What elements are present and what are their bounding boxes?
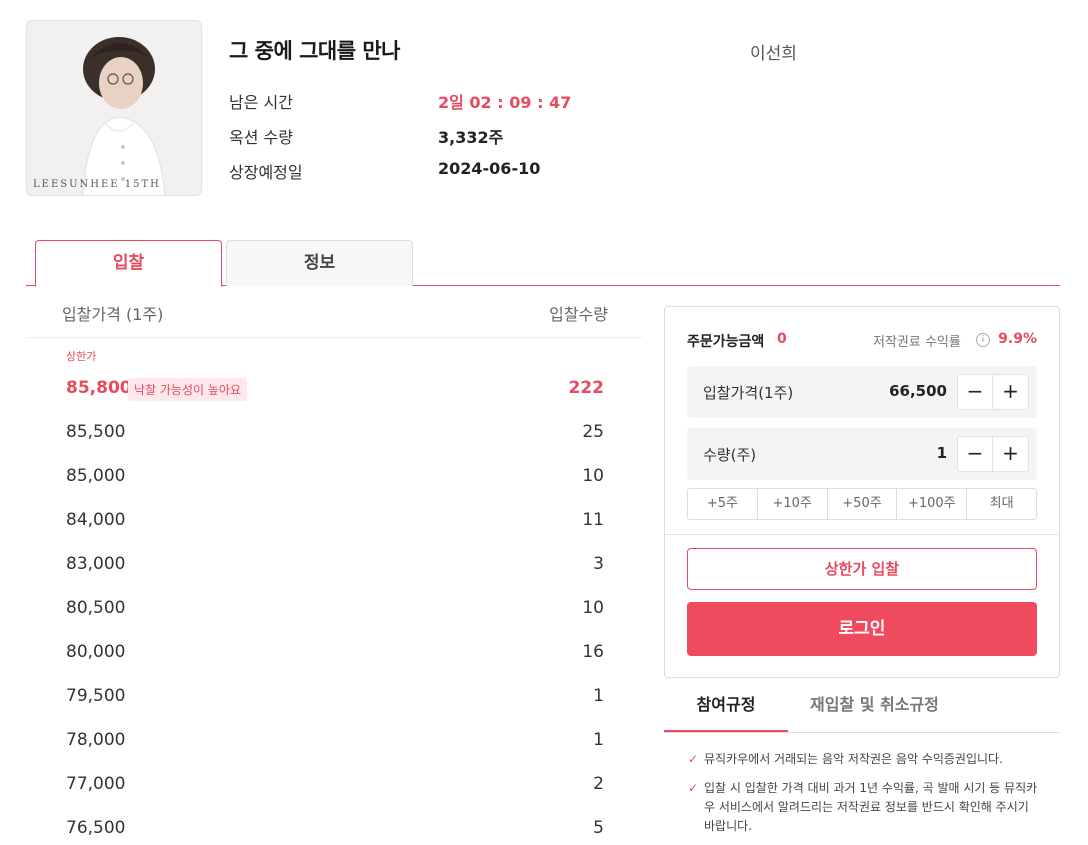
quick-add-5-button[interactable]: +5주 (688, 489, 758, 519)
rule-text: 뮤직카우에서 거래되는 음악 저작권은 음악 수익증권입니다. (704, 752, 1003, 766)
orderbook-price: 85,500 (66, 422, 126, 442)
panel-divider (665, 534, 1059, 535)
quantity-label: 수량(주) (703, 446, 757, 464)
orderbook-price: 76,500 (66, 818, 126, 838)
order-panel: 주문가능금액 0 저작권료 수익률 i 9.9% 입찰가격(1주) 66,500… (664, 306, 1060, 678)
orderbook-row[interactable]: 84,000 11 (26, 498, 642, 542)
orderbook-row[interactable]: 78,000 1 (26, 718, 642, 762)
auction-quantity-value: 3,332주 (438, 128, 504, 147)
artist-name: 이선희 (750, 44, 797, 64)
album-cover-image: LEESUNHEE 15TH (26, 20, 202, 196)
available-amount-label: 주문가능금액 (687, 334, 765, 350)
orderbook-row[interactable]: 80,000 16 (26, 630, 642, 674)
orderbook-quantity: 25 (582, 422, 604, 442)
ceiling-price-label: 상한가 (66, 350, 97, 363)
orderbook-quantity: 2 (593, 774, 604, 794)
price-column-header: 입찰가격 (1주) (62, 305, 164, 324)
album-cover-illustration (27, 21, 201, 195)
tab-rebid-cancel-rules[interactable]: 재입찰 및 취소규정 (810, 686, 939, 732)
orderbook-quantity: 1 (593, 730, 604, 750)
quantity-value[interactable]: 1 (937, 444, 947, 462)
listing-date-label: 상장예정일 (229, 163, 303, 182)
orderbook-row[interactable]: 85,800 낙찰 가능성이 높아요 222 (26, 366, 642, 410)
price-decrease-button[interactable]: − (957, 374, 993, 410)
quantity-column-header: 입찰수량 (549, 305, 608, 324)
remaining-time-label: 남은 시간 (229, 93, 293, 112)
orderbook-header: 입찰가격 (1주) 입찰수량 (26, 286, 642, 338)
info-icon[interactable]: i (976, 333, 990, 347)
auction-quantity-label: 옥션 수량 (229, 128, 293, 147)
royalty-yield-value: 9.9% (998, 331, 1037, 347)
orderbook-row[interactable]: 80,500 10 (26, 586, 642, 630)
orderbook-price: 80,000 (66, 642, 126, 662)
royalty-yield-label: 저작권료 수익률 (873, 335, 961, 350)
orderbook-price: 85,000 (66, 466, 126, 486)
orderbook-row[interactable]: 77,000 2 (26, 762, 642, 806)
high-probability-badge: 낙찰 가능성이 높아요 (128, 378, 247, 401)
bid-price-label: 입찰가격(1주) (703, 384, 794, 402)
orderbook-quantity: 16 (582, 642, 604, 662)
orderbook-price: 84,000 (66, 510, 126, 530)
orderbook-quantity: 5 (593, 818, 604, 838)
album-cover-text: LEESUNHEE 15TH (33, 179, 161, 190)
orderbook-quantity: 10 (582, 598, 604, 618)
remaining-time-value: 2일 02 : 09 : 47 (438, 93, 572, 112)
quick-max-button[interactable]: 최대 (967, 489, 1036, 519)
ceiling-bid-button[interactable]: 상한가 입찰 (687, 548, 1037, 590)
quick-add-10-button[interactable]: +10주 (758, 489, 828, 519)
rule-item: ✓ 입찰 시 입찰한 가격 대비 과거 1년 수익률, 곡 발매 시기 등 뮤직… (688, 779, 1038, 836)
orderbook-row[interactable]: 85,500 25 (26, 410, 642, 454)
quantity-decrease-button[interactable]: − (957, 436, 993, 472)
orderbook-quantity: 222 (568, 378, 605, 398)
orderbook-quantity: 11 (582, 510, 604, 530)
orderbook-row[interactable]: 79,500 1 (26, 674, 642, 718)
main-tabs: 입찰 정보 (26, 240, 1060, 287)
orderbook-row[interactable]: 85,000 10 (26, 454, 642, 498)
orderbook-row[interactable]: 76,500 5 (26, 806, 642, 845)
orderbook-price: 83,000 (66, 554, 126, 574)
price-increase-button[interactable]: + (993, 374, 1029, 410)
rule-item: ✓ 뮤직카우에서 거래되는 음악 저작권은 음악 수익증권입니다. (688, 750, 1038, 769)
orderbook-row[interactable]: 83,000 3 (26, 542, 642, 586)
available-amount-value: 0 (777, 331, 787, 347)
song-title: 그 중에 그대를 만나 (229, 39, 401, 63)
quick-add-100-button[interactable]: +100주 (897, 489, 968, 519)
quantity-increase-button[interactable]: + (993, 436, 1029, 472)
tab-info[interactable]: 정보 (226, 240, 413, 286)
orderbook-price: 77,000 (66, 774, 126, 794)
listing-date-value: 2024-06-10 (438, 159, 541, 178)
quantity-field[interactable]: 수량(주) 1 − + (687, 428, 1037, 480)
quick-add-50-button[interactable]: +50주 (828, 489, 898, 519)
orderbook-price: 85,800 (66, 378, 132, 398)
orderbook-quantity: 10 (582, 466, 604, 486)
orderbook-quantity: 1 (593, 686, 604, 706)
orderbook-quantity: 3 (593, 554, 604, 574)
tab-bid[interactable]: 입찰 (35, 240, 222, 287)
orderbook-price: 80,500 (66, 598, 126, 618)
orderbook-price: 79,500 (66, 686, 126, 706)
tab-participation-rules[interactable]: 참여규정 (664, 686, 788, 732)
rules-tabs: 참여규정 재입찰 및 취소규정 (664, 686, 1060, 733)
check-icon: ✓ (688, 781, 699, 795)
bid-price-field[interactable]: 입찰가격(1주) 66,500 − + (687, 366, 1037, 418)
orderbook-price: 78,000 (66, 730, 126, 750)
login-button[interactable]: 로그인 (687, 602, 1037, 656)
check-icon: ✓ (688, 752, 699, 766)
rule-text: 입찰 시 입찰한 가격 대비 과거 1년 수익률, 곡 발매 시기 등 뮤직카우… (704, 781, 1038, 833)
bid-price-value[interactable]: 66,500 (889, 382, 947, 400)
quick-quantity-buttons: +5주 +10주 +50주 +100주 최대 (687, 488, 1037, 520)
